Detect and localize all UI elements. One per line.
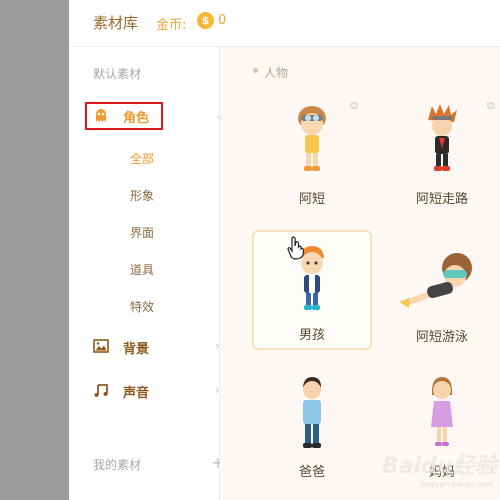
asset-card[interactable]: 阿短走路 [382,92,500,212]
character-thumbnail [431,377,453,446]
subitem-props[interactable]: 道具 [130,261,154,278]
category-label: 声音 [123,386,150,401]
default-assets-title: 默认素材 [93,67,142,81]
watermark-logo: Baidu经验 [382,454,497,479]
panel-header: 素材库 金币: $ 0 [69,0,500,47]
my-assets-title: 我的素材 [93,458,142,472]
category-label: 背景 [123,342,150,357]
image-icon [93,339,109,353]
asset-name: 阿短 [298,192,325,207]
character-thumbnail [303,377,321,448]
character-thumbnail [428,104,457,171]
asset-card[interactable]: 阿短游泳 [382,230,500,350]
panel-title: 素材库 [93,14,139,32]
music-note-icon [94,384,108,397]
character-thumbnail [298,106,326,171]
asset-grid-area: 人物 阿短 ⧉ 阿短走路 ⧉ 男孩 阿短游泳 爸爸 妈妈 [220,47,500,500]
subitem-avatar[interactable]: 形象 [130,187,154,204]
copy-icon[interactable]: ⧉ [350,99,358,113]
coin-icon: $ [197,12,214,29]
hand-cursor-icon [287,236,305,260]
coins-value: 0 [218,13,227,28]
category-background[interactable]: 背景 › [93,336,233,358]
annotation-highlight-box [85,102,163,130]
coins-label: 金币: [156,18,187,33]
asset-library-panel: 素材库 金币: $ 0 默认素材 角色 ⌄ 全部 形象 界面 道具 特效 背景 [69,0,500,500]
asset-name: 阿短游泳 [415,330,468,345]
subitem-effects[interactable]: 特效 [130,298,154,315]
subitem-all[interactable]: 全部 [130,150,154,167]
asset-name: 爸爸 [298,465,325,480]
character-thumbnail [399,253,472,308]
bullet-dot [253,68,258,73]
subitem-interface[interactable]: 界面 [130,224,154,241]
asset-name: 男孩 [298,328,325,343]
left-gray-backdrop [0,0,69,500]
copy-icon[interactable]: ⧉ [487,99,495,113]
asset-card[interactable]: 男孩 [252,230,372,350]
section-subheader: 人物 [264,66,289,80]
asset-card[interactable]: 爸爸 [252,365,372,485]
category-sound[interactable]: 声音 › [93,380,233,402]
asset-name: 阿短走路 [415,192,468,207]
category-sidebar: 默认素材 角色 ⌄ 全部 形象 界面 道具 特效 背景 › [69,47,225,500]
watermark-url: jingyan.baidu.com [420,480,494,489]
